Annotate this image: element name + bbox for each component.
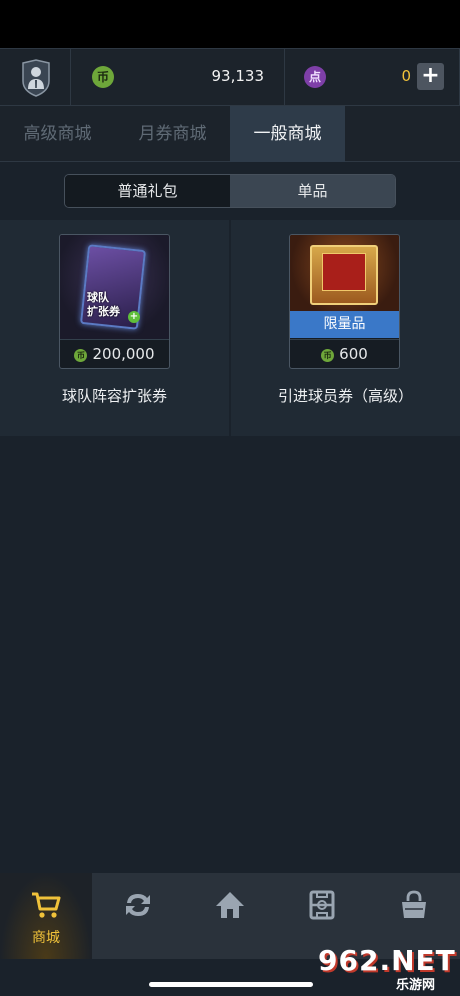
- status-bar: [0, 0, 460, 48]
- add-points-button[interactable]: +: [417, 63, 444, 90]
- home-indicator[interactable]: [149, 982, 313, 987]
- point-balance: 点 0 +: [285, 49, 460, 105]
- ticket-text-line2: 扩张券: [87, 305, 120, 318]
- home-icon: [216, 892, 244, 918]
- ticket-card-text: 球队 扩张券: [87, 291, 120, 319]
- nav-home[interactable]: [184, 873, 276, 959]
- currency-bar: 币 93,133 点 0 +: [0, 48, 460, 106]
- player-ticket-image: [290, 235, 399, 311]
- squad-ticket-image: 球队 扩张券 +: [60, 235, 169, 339]
- product-price: 币 600: [290, 339, 399, 368]
- shop-tabs: 高级商城 月券商城 一般商城: [0, 106, 460, 162]
- product-name: 球队阵容扩张券: [61, 387, 167, 405]
- watermark-logo: 962.NET 乐游网: [318, 944, 456, 993]
- tab-general-shop[interactable]: 一般商城: [230, 106, 345, 162]
- chest-card-graphic: [322, 253, 366, 291]
- product-grid: 球队 扩张券 + 币 200,000 球队阵容扩张券 限量品 币 600 引进球员券…: [0, 220, 460, 436]
- chest-graphic: [310, 245, 378, 305]
- product-name: 引进球员券（高级）: [277, 387, 413, 405]
- price-value: 600: [339, 345, 368, 363]
- point-amount: 0: [401, 67, 411, 85]
- product-card[interactable]: 限量品 币 600 引进球员券（高级）: [231, 220, 460, 436]
- ticket-text-line1: 球队: [87, 291, 109, 304]
- manager-avatar-icon: [22, 59, 50, 97]
- limited-badge: 限量品: [290, 311, 399, 338]
- coin-amount: 93,133: [211, 67, 265, 85]
- segment-single-items[interactable]: 单品: [230, 175, 395, 207]
- segment-packages[interactable]: 普通礼包: [65, 175, 230, 207]
- category-segment: 普通礼包 单品: [64, 174, 396, 208]
- nav-shop[interactable]: 商城: [0, 873, 92, 959]
- nav-transfer[interactable]: [92, 873, 184, 959]
- coin-icon: 币: [74, 349, 88, 362]
- coin-icon: 币: [321, 349, 335, 362]
- tab-monthly-shop[interactable]: 月券商城: [115, 106, 230, 162]
- coin-balance: 币 93,133: [71, 49, 285, 105]
- cart-icon: [32, 892, 61, 918]
- tab-premium-shop[interactable]: 高级商城: [0, 106, 115, 162]
- watermark-text: 962.NET: [318, 944, 456, 977]
- coin-icon: 币: [92, 66, 114, 88]
- transfer-icon: [126, 894, 150, 916]
- product-thumbnail[interactable]: 限量品 币 600: [289, 234, 400, 369]
- point-icon: 点: [304, 66, 326, 88]
- plus-badge-icon: +: [128, 311, 140, 323]
- profile-button[interactable]: [0, 49, 71, 105]
- product-card[interactable]: 球队 扩张券 + 币 200,000 球队阵容扩张券: [0, 220, 229, 436]
- bag-icon: [402, 890, 426, 918]
- product-thumbnail[interactable]: 球队 扩张券 + 币 200,000: [59, 234, 170, 369]
- watermark-subtext: 乐游网: [396, 978, 436, 993]
- nav-shop-label: 商城: [32, 930, 60, 946]
- product-price: 币 200,000: [60, 339, 169, 368]
- pitch-icon: [309, 890, 335, 920]
- price-value: 200,000: [92, 345, 155, 363]
